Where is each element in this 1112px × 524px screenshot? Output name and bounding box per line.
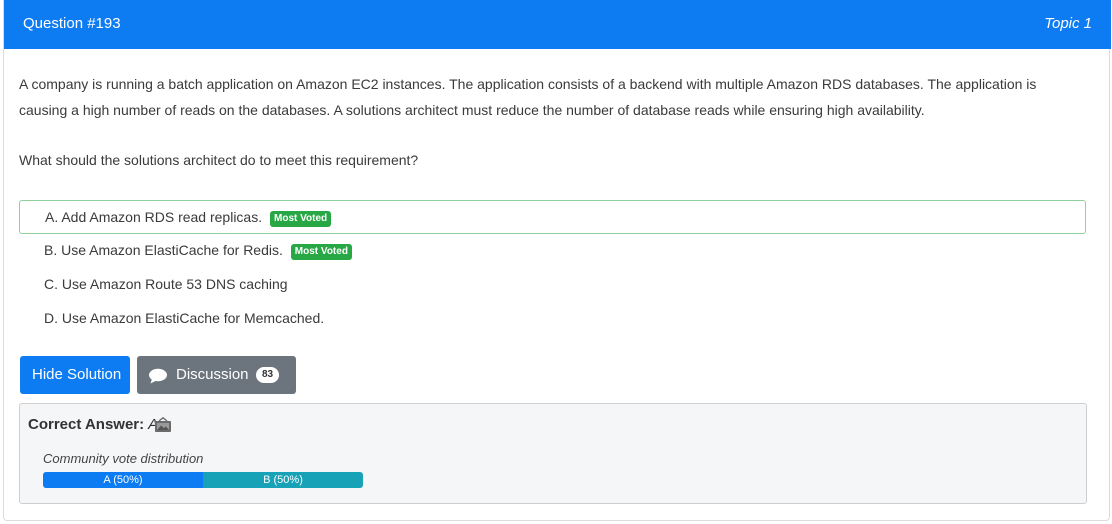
comment-icon (148, 368, 168, 388)
question-number: Question #193 (23, 15, 121, 32)
discussion-label: Discussion (176, 366, 249, 383)
choice-d[interactable]: D. Use Amazon ElastiCache for Memcached. (19, 302, 1086, 336)
vote-distribution-bar: A (50%) B (50%) (43, 472, 363, 488)
vote-segment-b: B (50%) (203, 472, 363, 488)
most-voted-badge: Most Voted (270, 211, 332, 227)
most-voted-badge: Most Voted (290, 244, 352, 260)
answer-image-icon[interactable] (154, 416, 172, 438)
vote-distribution-title: Community vote distribution (43, 451, 204, 466)
solution-panel: Correct Answer: A Community vote distribu… (19, 403, 1087, 504)
correct-answer-label: Correct Answer: (28, 416, 145, 433)
choice-a-text: A. Add Amazon RDS read replicas. (45, 209, 263, 225)
question-prompt: What should the solutions architect do t… (19, 152, 419, 168)
choice-c-text: C. Use Amazon Route 53 DNS caching (44, 276, 288, 292)
choice-b[interactable]: B. Use Amazon ElastiCache for Redis. Mos… (19, 234, 1086, 268)
hide-solution-label: Hide Solution (32, 366, 122, 383)
discussion-count-badge: 83 (256, 367, 280, 383)
choice-b-text: B. Use Amazon ElastiCache for Redis. (44, 242, 283, 258)
choice-a[interactable]: A. Add Amazon RDS read replicas. Most Vo… (19, 200, 1086, 234)
choice-d-text: D. Use Amazon ElastiCache for Memcached. (44, 310, 325, 326)
vote-segment-a: A (50%) (43, 472, 203, 488)
topic-label: Topic 1 (1044, 15, 1092, 32)
choice-c[interactable]: C. Use Amazon Route 53 DNS caching (19, 268, 1086, 302)
question-text: A company is running a batch application… (19, 76, 1037, 118)
question-header: Question #193 Topic 1 (4, 0, 1111, 49)
discussion-button[interactable]: Discussion 83 (137, 356, 296, 394)
hide-solution-button[interactable]: Hide Solution (20, 356, 130, 394)
